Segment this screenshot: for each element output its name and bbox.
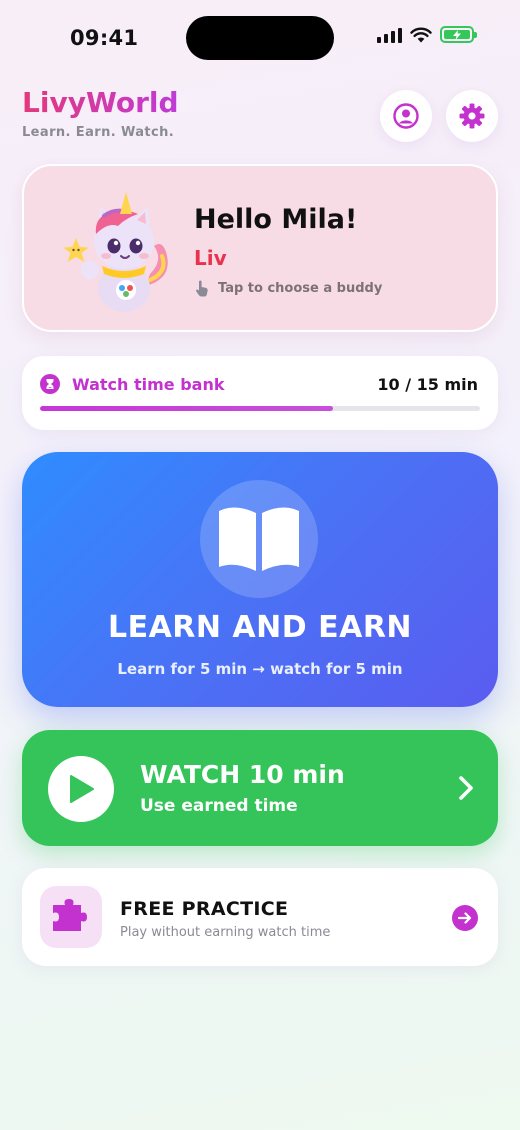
- free-practice-button[interactable]: FREE PRACTICE Play without earning watch…: [22, 868, 498, 966]
- watch-time-bank-label-group: Watch time bank: [40, 374, 224, 394]
- choose-buddy-hint[interactable]: Tap to choose a buddy: [194, 280, 382, 297]
- book-icon: [219, 507, 299, 571]
- learn-and-earn-button[interactable]: LEARN AND EARN Learn for 5 min → watch f…: [22, 452, 498, 707]
- free-practice-subtitle: Play without earning watch time: [120, 925, 331, 940]
- arrow-right-icon: [452, 905, 478, 931]
- unicorn-cat-buddy-image: [63, 192, 168, 312]
- wifi-icon: [410, 27, 432, 42]
- cellular-signal-icon: [377, 27, 402, 43]
- profile-button[interactable]: [380, 90, 432, 142]
- profile-icon: [393, 103, 419, 129]
- watch-time-bank-card: Watch time bank 10 / 15 min: [22, 356, 498, 430]
- battery-charging-icon: [440, 26, 477, 43]
- app-tagline: Learn. Earn. Watch.: [22, 125, 175, 140]
- play-icon-circle: [48, 756, 114, 822]
- watch-time-bank-value: 10 / 15 min: [377, 375, 478, 394]
- learn-and-earn-subtitle: Learn for 5 min → watch for 5 min: [117, 660, 403, 678]
- settings-button[interactable]: [446, 90, 498, 142]
- chevron-right-icon: [459, 776, 473, 800]
- status-icons: [377, 26, 477, 43]
- status-time: 09:41: [70, 26, 139, 50]
- buddy-card[interactable]: Hello Mila! Liv Tap to choose a buddy: [22, 164, 498, 332]
- book-icon-circle: [200, 480, 318, 598]
- hourglass-icon: [40, 374, 60, 394]
- learn-and-earn-title: LEARN AND EARN: [107, 610, 413, 645]
- watch-time-progress-fill: [40, 406, 334, 411]
- dynamic-island: [186, 16, 334, 60]
- watch-time-bank-label: Watch time bank: [72, 374, 225, 394]
- puzzle-icon: [53, 899, 87, 931]
- watch-subtitle: Use earned time: [140, 796, 298, 816]
- hand-tap-icon: [195, 280, 208, 297]
- choose-buddy-hint-text: Tap to choose a buddy: [218, 281, 383, 296]
- puzzle-icon-box: [40, 886, 102, 948]
- buddy-name: Liv: [194, 246, 227, 270]
- status-bar: 09:41: [0, 0, 520, 80]
- play-icon: [70, 775, 94, 803]
- watch-title: WATCH 10 min: [140, 760, 345, 789]
- app-logo-title: LivyWorld: [22, 86, 179, 119]
- gear-icon: [459, 103, 485, 129]
- free-practice-title: FREE PRACTICE: [120, 898, 289, 920]
- watch-button[interactable]: WATCH 10 min Use earned time: [22, 730, 498, 846]
- watch-time-progress-track: [40, 406, 480, 411]
- buddy-greeting: Hello Mila!: [194, 204, 358, 235]
